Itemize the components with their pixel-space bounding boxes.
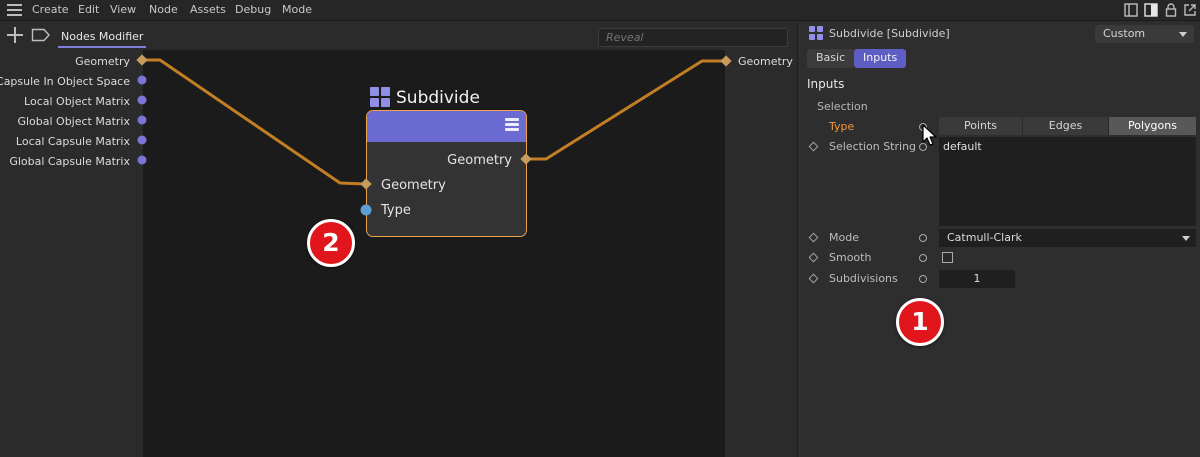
node-grid-icon [809,26,824,41]
preset-value: Custom [1103,27,1146,40]
input-port-global-capsule-matrix: Global Capsule Matrix [9,155,130,168]
input-port-local-capsule-matrix: Local Capsule Matrix [15,135,130,148]
port-dot-icon [137,75,147,85]
panel-right-layout-icon[interactable] [1144,3,1158,17]
annotation-badge-1: 1 [896,298,944,346]
port-dot-icon [137,135,147,145]
type-option-polygons[interactable]: Polygons [1109,117,1196,135]
port-dot-icon [137,95,147,105]
input-port-capsule-in-object-space: Capsule In Object Space [0,75,130,88]
animate-circle-icon[interactable] [919,234,927,242]
reveal-search-input[interactable] [598,28,788,47]
menu-debug[interactable]: Debug [235,3,271,16]
add-node-icon[interactable] [7,27,23,43]
tab-inputs[interactable]: Inputs [854,49,907,68]
smooth-checkbox[interactable] [942,252,953,263]
menu-node[interactable]: Node [149,3,178,16]
mouse-cursor-icon [922,124,937,146]
node-title-text: Subdivide [396,88,480,108]
input-port-local-object-matrix: Local Object Matrix [24,95,130,108]
node-port-dot-icon [360,204,372,216]
mode-value: Catmull-Clark [947,231,1022,244]
mode-dropdown[interactable]: Catmull-Clark [939,229,1196,247]
keyframe-diamond-icon[interactable] [808,141,819,152]
keyframe-diamond-icon[interactable] [808,232,819,243]
subdivisions-input[interactable]: 1 [939,270,1015,288]
param-label-smooth: Smooth [829,251,872,264]
param-label-subdivisions: Subdivisions [829,272,898,285]
node-grid-icon [370,87,391,108]
menu-bar: Create Edit View Node Assets Debug Mode [0,0,1200,21]
menu-view[interactable]: View [110,3,136,16]
animate-circle-icon[interactable] [919,254,927,262]
lock-icon[interactable] [1164,3,1178,17]
keyframe-diamond-icon[interactable] [808,252,819,263]
node-input-geometry: Geometry [381,178,446,193]
menu-create[interactable]: Create [32,3,69,16]
menu-mode[interactable]: Mode [282,3,312,16]
port-dot-icon [137,155,147,165]
hamburger-menu-icon[interactable] [7,4,22,16]
preset-dropdown[interactable]: Custom [1095,25,1194,43]
node-menu-icon[interactable] [505,118,519,133]
type-segmented-control[interactable]: Points Edges Polygons [939,117,1196,135]
tag-icon[interactable] [31,28,51,42]
attributes-panel: Subdivide [Subdivide] Custom Basic Input… [797,22,1200,457]
panel-left-layout-icon[interactable] [1124,3,1138,17]
param-label-selection-string: Selection String [829,140,917,153]
input-port-global-object-matrix: Global Object Matrix [17,115,130,128]
attributes-title: Subdivide [Subdivide] [829,27,950,40]
type-option-edges[interactable]: Edges [1023,117,1109,135]
param-label-type: Type [829,120,855,133]
node-header[interactable] [367,111,526,142]
node-input-type: Type [381,203,411,218]
selection-string-textarea[interactable]: default [939,137,1196,226]
node-editor-toolbar: Nodes Modifier [0,22,797,50]
input-port-geometry: Geometry [75,55,130,68]
param-label-mode: Mode [829,231,859,244]
section-title: Inputs [807,77,845,91]
animate-circle-icon[interactable] [919,275,927,283]
type-option-points[interactable]: Points [939,117,1023,135]
keyframe-diamond-icon[interactable] [808,273,819,284]
subdivide-node[interactable]: Geometry Geometry Type [366,110,527,237]
group-title: Selection [817,100,868,113]
chevron-down-icon [1182,236,1190,241]
output-port-geometry: Geometry [738,55,793,68]
annotation-badge-2: 2 [307,219,355,267]
tab-nodes-modifier[interactable]: Nodes Modifier [58,30,147,48]
chevron-down-icon [1179,32,1187,37]
menu-edit[interactable]: Edit [78,3,99,16]
tab-basic[interactable]: Basic [807,49,855,68]
node-output-geometry: Geometry [447,153,512,168]
menu-assets[interactable]: Assets [190,3,226,16]
pop-out-icon[interactable] [1183,3,1197,17]
param-row-smooth: Smooth [798,249,1200,267]
port-dot-icon [137,115,147,125]
